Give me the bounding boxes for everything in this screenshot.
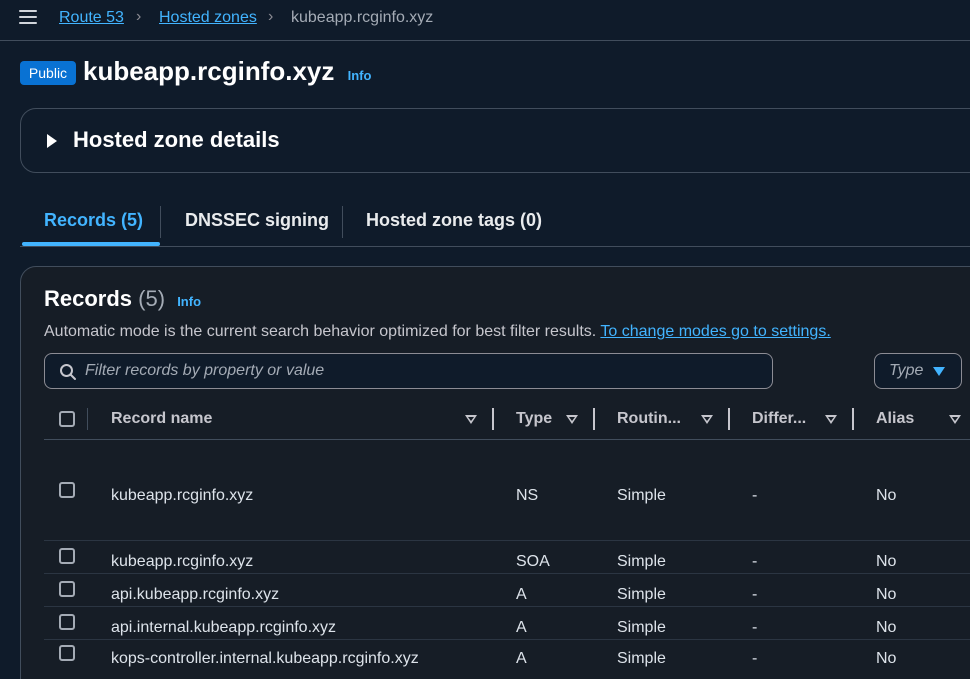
column-resizer[interactable] <box>492 408 494 430</box>
record-alias: No <box>876 586 897 603</box>
row-checkbox[interactable] <box>59 548 75 564</box>
record-name: kubeapp.rcginfo.xyz <box>111 553 254 570</box>
menu-icon[interactable] <box>19 10 37 26</box>
record-name: kubeapp.rcginfo.xyz <box>111 487 254 504</box>
top-bar: Route 53 › Hosted zones › kubeapp.rcginf… <box>0 0 970 41</box>
column-divider <box>87 408 88 430</box>
record-differentiator: - <box>752 553 758 570</box>
page-title: kubeapp.rcginfo.xyz Info <box>83 56 371 87</box>
filter-records-input[interactable] <box>85 354 765 388</box>
search-mode-description: Automatic mode is the current search beh… <box>44 323 831 341</box>
record-type: NS <box>516 487 539 504</box>
caret-down-icon <box>933 367 945 376</box>
records-title: Records <box>44 286 133 311</box>
info-link[interactable]: Info <box>348 68 372 83</box>
tab-divider <box>342 206 343 238</box>
record-name: api.kubeapp.rcginfo.xyz <box>111 586 280 603</box>
record-differentiator: - <box>752 487 758 504</box>
table-row[interactable]: kops-controller.internal.kubeapp.rcginfo… <box>44 641 970 673</box>
record-type: A <box>516 619 527 636</box>
record-routing: Simple <box>617 487 666 504</box>
breadcrumb-hosted-zones-link[interactable]: Hosted zones <box>159 9 257 27</box>
breadcrumb-current: kubeapp.rcginfo.xyz <box>291 9 434 26</box>
column-header-differentiator[interactable]: Differ... <box>752 410 806 428</box>
record-name: api.internal.kubeapp.rcginfo.xyz <box>111 619 337 636</box>
row-checkbox[interactable] <box>59 645 75 661</box>
record-routing: Simple <box>617 553 666 570</box>
tab-list: Records (5) DNSSEC signing Hosted zone t… <box>20 200 970 247</box>
table-row[interactable]: kubeapp.rcginfo.xyz NS Simple - No <box>44 441 970 541</box>
public-badge: Public <box>20 61 76 85</box>
record-differentiator: - <box>752 586 758 603</box>
record-routing: Simple <box>617 650 666 667</box>
records-panel: Records (5) Info Automatic mode is the c… <box>20 266 970 679</box>
table-header: Record name Type Routin... Differ... Ali… <box>44 400 970 440</box>
search-mode-text: Automatic mode is the current search beh… <box>44 323 597 340</box>
settings-link[interactable]: To change modes go to settings. <box>600 323 830 340</box>
tab-hosted-zone-tags[interactable]: Hosted zone tags (0) <box>366 210 542 231</box>
record-alias: No <box>876 650 897 667</box>
type-filter-label: Type <box>889 362 924 379</box>
column-resizer[interactable] <box>728 408 730 430</box>
record-alias: No <box>876 553 897 570</box>
active-tab-indicator <box>22 242 160 246</box>
record-alias: No <box>876 487 897 504</box>
table-row[interactable]: kubeapp.rcginfo.xyz SOA Simple - No <box>44 542 970 574</box>
chevron-right-icon: › <box>268 8 274 25</box>
records-count: (5) <box>138 286 166 311</box>
record-type: SOA <box>516 553 550 570</box>
record-type: A <box>516 650 527 667</box>
column-resizer[interactable] <box>852 408 854 430</box>
records-heading: Records (5) Info <box>44 286 201 312</box>
record-type: A <box>516 586 527 603</box>
column-header-type[interactable]: Type <box>516 410 552 428</box>
caret-right-icon <box>47 134 57 148</box>
tab-divider <box>160 206 161 238</box>
hosted-zone-details-expander[interactable]: Hosted zone details <box>20 108 970 173</box>
search-icon <box>60 364 76 380</box>
sort-icon[interactable] <box>566 415 578 424</box>
sort-icon[interactable] <box>949 415 961 424</box>
sort-icon[interactable] <box>465 415 477 424</box>
table-row[interactable]: api.internal.kubeapp.rcginfo.xyz A Simpl… <box>44 608 970 640</box>
hosted-zone-details-title: Hosted zone details <box>73 127 280 152</box>
page-title-text: kubeapp.rcginfo.xyz <box>83 56 335 86</box>
row-checkbox[interactable] <box>59 482 75 498</box>
chevron-right-icon: › <box>136 8 142 25</box>
record-differentiator: - <box>752 650 758 667</box>
record-alias: No <box>876 619 897 636</box>
record-differentiator: - <box>752 619 758 636</box>
records-info-link[interactable]: Info <box>177 294 201 309</box>
column-resizer[interactable] <box>593 408 595 430</box>
row-checkbox[interactable] <box>59 581 75 597</box>
record-routing: Simple <box>617 619 666 636</box>
record-routing: Simple <box>617 586 666 603</box>
column-header-alias[interactable]: Alias <box>876 410 914 428</box>
column-header-routing[interactable]: Routin... <box>617 410 681 428</box>
sort-icon[interactable] <box>701 415 713 424</box>
tab-records[interactable]: Records (5) <box>44 210 143 231</box>
record-name: kops-controller.internal.kubeapp.rcginfo… <box>111 650 419 667</box>
filter-records-search <box>44 353 773 389</box>
select-all-checkbox[interactable] <box>59 411 75 427</box>
sort-icon[interactable] <box>825 415 837 424</box>
tab-dnssec-signing[interactable]: DNSSEC signing <box>185 210 329 231</box>
row-checkbox[interactable] <box>59 614 75 630</box>
type-filter-select[interactable]: Type <box>874 353 962 389</box>
column-header-record-name[interactable]: Record name <box>111 410 212 428</box>
breadcrumb-route53-link[interactable]: Route 53 <box>59 9 124 27</box>
table-row[interactable]: api.kubeapp.rcginfo.xyz A Simple - No <box>44 575 970 607</box>
